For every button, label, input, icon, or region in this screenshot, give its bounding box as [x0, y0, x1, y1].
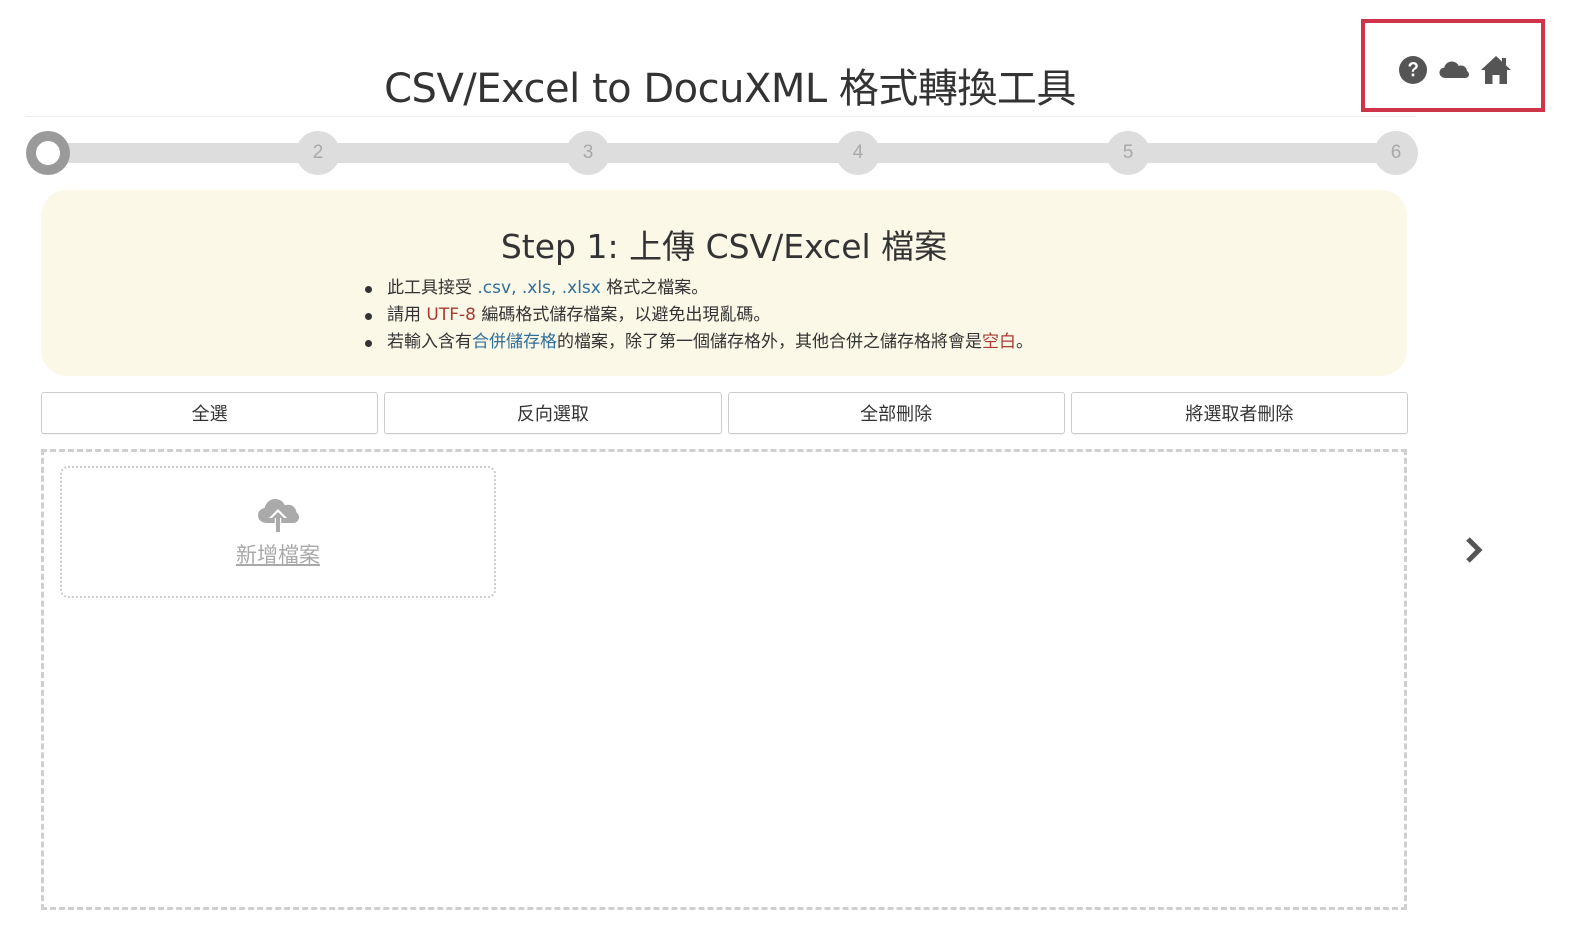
chevron-right-icon: [1466, 537, 1483, 563]
delete-all-button[interactable]: 全部刪除: [727, 392, 1065, 434]
instructions-panel: Step 1: 上傳 CSV/Excel 檔案 此工具接受 .csv, .xls…: [41, 190, 1407, 376]
active-step-indicator: [36, 141, 60, 165]
instructions-list: 此工具接受 .csv, .xls, .xlsx 格式之檔案。 請用 UTF-8 …: [365, 275, 1033, 356]
step-3[interactable]: 3: [566, 131, 610, 175]
encoding-highlight: UTF-8: [426, 305, 476, 325]
instruction-text: 格式之檔案。: [600, 278, 709, 298]
add-file-button[interactable]: 新增檔案: [60, 466, 496, 598]
file-actions-bar: 全選 反向選取 全部刪除 將選取者刪除: [41, 392, 1408, 434]
step-5[interactable]: 5: [1106, 131, 1150, 175]
progress-stepper: 2 3 4 5 6: [26, 131, 1418, 175]
cloud-button[interactable]: [1438, 58, 1470, 82]
instruction-text: 此工具接受: [387, 278, 478, 298]
next-step-button[interactable]: [1458, 534, 1490, 566]
invert-selection-button[interactable]: 反向選取: [384, 392, 722, 434]
stepper-track: [48, 143, 1396, 163]
title-divider: [26, 116, 1416, 117]
add-file-label: 新增檔案: [236, 543, 320, 567]
instruction-item: 請用 UTF-8 編碼格式儲存檔案，以避免出現亂碼。: [365, 302, 1033, 329]
step-1[interactable]: [26, 131, 70, 175]
home-icon: [1481, 56, 1511, 84]
instruction-text: 若輸入含有: [387, 332, 472, 352]
instruction-item: 若輸入含有合併儲存格的檔案，除了第一個儲存格外，其他合併之儲存格將會是空白。: [365, 329, 1033, 356]
instruction-text: 編碼格式儲存檔案，以避免出現亂碼。: [475, 305, 771, 325]
step-4[interactable]: 4: [836, 131, 880, 175]
page-title: CSV/Excel to DocuXML 格式轉換工具: [384, 66, 1076, 112]
top-toolbar: [1398, 52, 1512, 88]
file-types-highlight: .csv, .xls, .xlsx: [477, 278, 601, 298]
cloud-icon: [1439, 61, 1469, 78]
delete-selected-button[interactable]: 將選取者刪除: [1070, 392, 1408, 434]
instruction-text: 請用: [387, 305, 427, 325]
step-title: Step 1: 上傳 CSV/Excel 檔案: [500, 227, 948, 266]
file-dropzone[interactable]: 新增檔案: [41, 449, 1407, 910]
help-button[interactable]: [1398, 55, 1428, 85]
home-button[interactable]: [1480, 54, 1512, 86]
select-all-button[interactable]: 全選: [41, 392, 379, 434]
instruction-item: 此工具接受 .csv, .xls, .xlsx 格式之檔案。: [365, 275, 1033, 302]
merged-cells-highlight: 合併儲存格: [472, 332, 557, 352]
question-circle-icon: [1399, 56, 1427, 84]
step-6[interactable]: 6: [1374, 131, 1418, 175]
instruction-text: 的檔案，除了第一個儲存格外，其他合併之儲存格將會是: [557, 332, 982, 352]
cloud-upload-icon: [258, 499, 299, 533]
step-2[interactable]: 2: [296, 131, 340, 175]
instruction-text: 。: [1016, 332, 1033, 352]
blank-highlight: 空白: [982, 332, 1016, 352]
